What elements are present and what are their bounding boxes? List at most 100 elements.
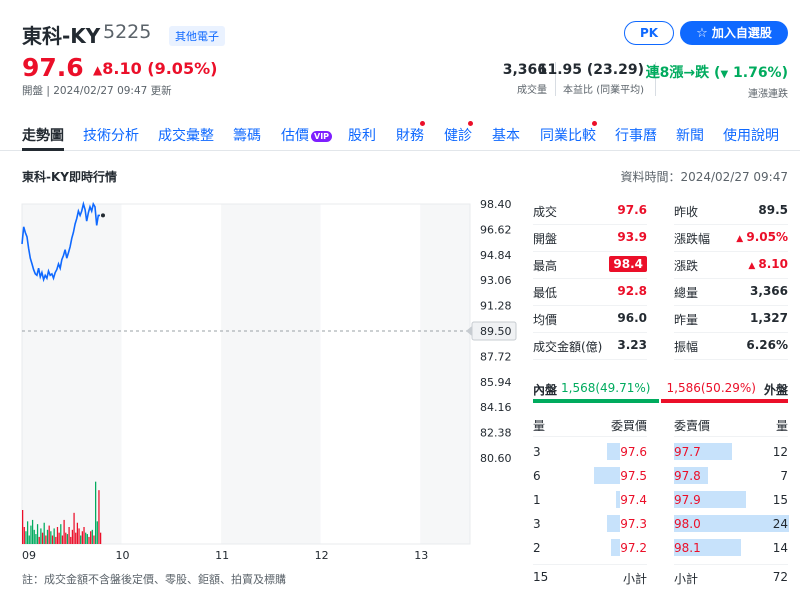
row-divider: [674, 305, 788, 306]
tab-basic[interactable]: 基本: [492, 125, 520, 145]
add-to-watchlist-button[interactable]: ☆ 加入自選股: [680, 21, 788, 45]
ask-qty: 15: [772, 493, 788, 507]
quote-value: 6.26%: [746, 338, 788, 352]
volume-bar: [78, 528, 80, 544]
hour-band: [121, 204, 222, 544]
bid-price[interactable]: 97.3: [620, 517, 647, 531]
tab-health[interactable]: 健診: [444, 125, 472, 145]
volume-bar: [53, 528, 55, 544]
bid-total-label: 小計: [622, 572, 647, 586]
row-divider: [533, 224, 647, 225]
quote-value: 89.5: [758, 203, 788, 217]
hour-band: [221, 204, 321, 544]
tab-financial[interactable]: 財務: [396, 125, 424, 145]
quote-label: 最高: [533, 259, 558, 273]
volume-bar: [41, 532, 44, 544]
market-status: 開盤 | 2024/02/27 09:47 更新: [22, 85, 172, 97]
ask-total-qty: 72: [772, 570, 788, 584]
bid-total-qty: 15: [533, 570, 549, 584]
quote-label: 振幅: [674, 340, 699, 354]
notification-dot: [592, 121, 597, 126]
inner-bar: [533, 399, 659, 403]
value-text: 9.05%: [746, 230, 788, 244]
stat-value: 11.95 (23.29): [537, 62, 644, 78]
x-tick-label: 11: [215, 549, 229, 562]
active-tab-indicator: [22, 148, 64, 151]
volume-bar: [36, 524, 39, 544]
ask-price[interactable]: 97.8: [674, 469, 701, 483]
ask-qty-header: 量: [775, 419, 788, 433]
tab-valuation[interactable]: 估價 VIP: [281, 125, 333, 145]
tab-chart[interactable]: 走勢圖: [22, 125, 64, 145]
pk-button[interactable]: PK: [624, 21, 674, 45]
volume-bar: [70, 536, 72, 544]
tab-news[interactable]: 新聞: [676, 125, 704, 145]
volume-bar: [22, 510, 24, 544]
ask-price[interactable]: 97.9: [674, 493, 701, 507]
hour-band: [420, 204, 470, 544]
row-divider: [533, 251, 647, 252]
bid-price[interactable]: 97.5: [620, 469, 647, 483]
y-tick-label: 84.16: [480, 401, 512, 414]
ask-price[interactable]: 98.1: [674, 541, 701, 555]
quote-value: 96.0: [617, 311, 647, 325]
outer-label: 外盤: [763, 383, 788, 397]
x-tick-label: 09: [22, 549, 36, 562]
streak-suffix: ): [781, 65, 788, 81]
volume-bar: [45, 535, 47, 544]
volume-bar: [60, 524, 62, 544]
volume-bar: [91, 529, 93, 544]
value-text: 93.9: [617, 230, 647, 244]
tab-help[interactable]: 使用說明: [723, 125, 779, 145]
row-divider: [674, 251, 788, 252]
volume-bar: [99, 532, 102, 544]
volume-bar: [66, 534, 69, 544]
up-arrow-icon: ▲: [748, 261, 759, 271]
intraday-chart[interactable]: 98.40 96.62 94.84 93.06 91.28 89.50 87.72 85.94…: [0, 196, 520, 566]
y-tick-label: 87.72: [480, 350, 512, 363]
bid-price[interactable]: 97.2: [620, 541, 647, 555]
volume-bar: [56, 527, 59, 544]
y-tick-label: 93.06: [480, 274, 512, 287]
volume-bar: [81, 531, 83, 544]
volume-bar: [90, 531, 92, 544]
tab-trades[interactable]: 成交彙整: [158, 125, 214, 145]
inner-value: 1,568(49.71%): [561, 381, 651, 395]
quote-label: 昨量: [674, 313, 699, 327]
quote-label: 漲跌幅: [674, 232, 711, 246]
volume-bar: [46, 529, 49, 544]
streak-prefix: 連8漲→跌 (: [645, 65, 721, 81]
tab-chips[interactable]: 籌碼: [233, 125, 261, 145]
quote-label: 開盤: [533, 232, 558, 246]
row-divider: [533, 564, 647, 565]
value-text: 1,327: [750, 311, 788, 325]
bid-qty: 2: [533, 541, 541, 555]
header-stat-streak: 連8漲→跌 (▼ 1.76%) 連漲連跌: [646, 62, 788, 100]
tab-dividend[interactable]: 股利: [348, 125, 376, 145]
tab-peer-compare[interactable]: 同業比較: [540, 125, 596, 145]
volume-bar: [61, 535, 64, 544]
quote-label: 均價: [533, 313, 558, 327]
x-tick-label: 10: [116, 549, 130, 562]
value-text: 97.6: [617, 203, 647, 217]
value-text: 96.0: [617, 311, 647, 325]
stat-label: 連漲連跌: [748, 89, 788, 100]
bid-price[interactable]: 97.6: [620, 445, 647, 459]
tab-technical[interactable]: 技術分析: [83, 125, 139, 145]
volume-bar: [51, 535, 54, 544]
ask-price[interactable]: 98.0: [674, 517, 701, 531]
bid-price-header: 委買價: [610, 419, 647, 433]
y-tick-label: 85.94: [480, 376, 512, 389]
bid-qty: 6: [533, 469, 541, 483]
ask-price[interactable]: 97.7: [674, 445, 701, 459]
hour-band: [320, 204, 421, 544]
category-tag[interactable]: 其他電子: [169, 26, 225, 46]
tab-calendar[interactable]: 行事曆: [615, 125, 657, 145]
volume-bar: [25, 531, 27, 544]
bid-price[interactable]: 97.4: [620, 493, 647, 507]
streak-change: 1.76%: [733, 65, 782, 81]
row-divider: [533, 359, 647, 360]
quote-value: ▲ 8.10: [748, 257, 788, 271]
y-tick-label: 96.62: [480, 223, 512, 236]
up-arrow-icon: ▲: [736, 234, 747, 244]
